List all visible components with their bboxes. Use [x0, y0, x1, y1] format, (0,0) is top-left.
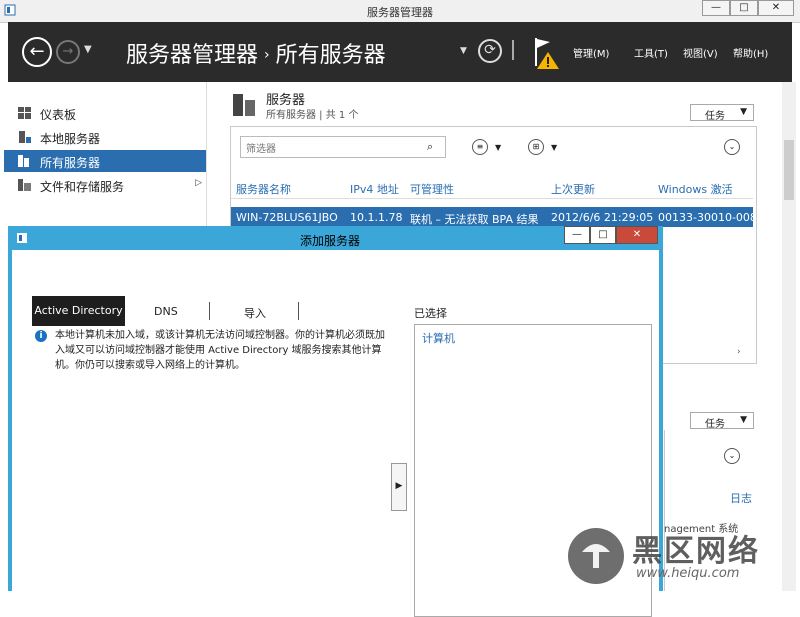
events-tasks-button[interactable]: 任务 ▼ — [690, 412, 754, 430]
sidebar-item-label: 本地服务器 — [40, 132, 101, 146]
dialog-close-button[interactable]: ✕ — [616, 226, 658, 244]
scrollbar-thumb[interactable] — [784, 140, 794, 200]
search-icon[interactable]: ⌕ — [427, 140, 433, 154]
dialog-app-icon — [16, 232, 28, 244]
tab-import[interactable]: 导入 — [244, 305, 266, 321]
storage-icon — [18, 179, 31, 191]
refresh-icon[interactable]: ⟳ — [478, 39, 502, 63]
back-icon[interactable]: ← — [22, 37, 52, 67]
menu-view[interactable]: 视图(V) — [683, 45, 718, 60]
query-options-icon[interactable]: ⊞ — [528, 139, 544, 155]
servers-tile-subtitle: 所有服务器 | 共 1 个 — [266, 110, 359, 121]
sidebar-item-all-servers[interactable]: 所有服务器 — [4, 150, 206, 172]
app-header: ← → ▼ 服务器管理器 › 所有服务器 ▼ ⟳ 管理(M) 工具(T) 视图(V)… — [8, 22, 792, 82]
chevron-down-icon[interactable]: ▼ — [551, 143, 557, 152]
server-icon — [18, 131, 31, 143]
column-header-windows-activation[interactable]: Windows 激活 — [658, 181, 733, 197]
sidebar-item-local-server[interactable]: 本地服务器 — [4, 126, 206, 148]
dialog-minimize-button[interactable]: — — [564, 226, 590, 244]
dashboard-icon — [18, 107, 31, 119]
selected-label: 已选择 — [414, 307, 447, 320]
cell-ipv4: 10.1.1.78 — [350, 211, 403, 224]
cell-windows-activation: 00133-30010-008 — [658, 211, 757, 224]
forward-icon[interactable]: → — [56, 40, 80, 64]
window-title: 服务器管理器 — [367, 6, 433, 19]
selected-column-header[interactable]: 计算机 — [422, 330, 455, 346]
menu-help[interactable]: 帮助(H) — [733, 45, 768, 60]
dialog-title: 添加服务器 — [300, 234, 361, 248]
servers-tile-icon — [232, 92, 258, 118]
sidebar-item-dashboard[interactable]: 仪表板 — [4, 102, 206, 124]
cell-last-update: 2012/6/6 21:29:05 — [551, 211, 654, 224]
cell-manageability: 联机 – 无法获取 BPA 结果 — [410, 213, 539, 226]
sidebar-item-label: 所有服务器 — [40, 156, 101, 170]
header-dropdown-icon[interactable]: ▼ — [460, 46, 467, 56]
watermark: 黑区网络 www.heiqu.com — [566, 522, 800, 591]
header-divider — [512, 40, 514, 60]
list-options-icon[interactable]: ≡ — [472, 139, 488, 155]
info-message: 本地计算机未加入域，或该计算机无法访问域控制器。你的计算机必须既加入域又可以访问… — [55, 330, 385, 371]
servers-icon — [18, 155, 31, 167]
expand-icon[interactable]: ⌄ — [724, 448, 740, 464]
cell-server-name: WIN-72BLUS61JBO — [236, 211, 338, 224]
close-button[interactable]: ✕ — [758, 0, 794, 16]
watermark-brand: 黑区网络 — [632, 534, 760, 569]
notification-flag-icon[interactable] — [530, 36, 560, 70]
log-column-header[interactable]: 日志 — [730, 490, 752, 506]
tab-active-directory[interactable]: Active Directory — [32, 296, 125, 326]
history-dropdown-icon[interactable]: ▼ — [84, 44, 92, 55]
tab-separator — [209, 302, 210, 320]
column-header-server-name[interactable]: 服务器名称 — [236, 181, 291, 197]
add-to-selected-button[interactable]: ▶ — [391, 463, 407, 511]
sidebar-item-label: 文件和存储服务 — [40, 180, 125, 194]
sidebar-item-file-storage[interactable]: 文件和存储服务 ▷ — [4, 174, 206, 196]
header-divider — [231, 198, 753, 199]
column-header-last-update[interactable]: 上次更新 — [551, 181, 595, 197]
sidebar-divider — [206, 82, 207, 232]
menu-tools[interactable]: 工具(T) — [634, 45, 668, 60]
scroll-right-icon[interactable]: › — [737, 347, 741, 357]
window-title-bar: 服务器管理器 — □ ✕ — [0, 0, 800, 23]
watermark-url: www.heiqu.com — [636, 566, 740, 581]
maximize-button[interactable]: □ — [730, 0, 758, 16]
menu-manage[interactable]: 管理(M) — [573, 45, 609, 60]
breadcrumb: 服务器管理器 › 所有服务器 — [126, 37, 386, 69]
column-header-manageability[interactable]: 可管理性 — [410, 181, 454, 197]
add-server-dialog: 添加服务器 — □ ✕ Active Directory DNS 导入 i 本地… — [8, 226, 663, 617]
chevron-down-icon: ▼ — [740, 415, 747, 425]
minimize-button[interactable]: — — [702, 0, 730, 16]
tasks-label: 任务 — [705, 111, 725, 122]
tab-separator — [298, 302, 299, 320]
breadcrumb-current: 所有服务器 — [275, 43, 386, 68]
column-header-ipv4[interactable]: IPv4 地址 — [350, 181, 399, 197]
breadcrumb-root[interactable]: 服务器管理器 — [126, 43, 258, 68]
chevron-down-icon[interactable]: ▼ — [495, 143, 501, 152]
chevron-down-icon: ▼ — [740, 107, 747, 117]
tab-dns[interactable]: DNS — [154, 305, 178, 318]
sidebar-item-label: 仪表板 — [40, 108, 77, 122]
expand-icon[interactable]: ⌄ — [724, 139, 740, 155]
dialog-body: Active Directory DNS 导入 i 本地计算机未加入域，或该计算… — [12, 250, 659, 617]
breadcrumb-separator: › — [264, 47, 270, 63]
expand-chevron-icon[interactable]: ▷ — [195, 178, 202, 188]
filter-placeholder: 筛选器 — [246, 144, 276, 155]
sidebar: 仪表板 本地服务器 所有服务器 文件和存储服务 ▷ — [0, 82, 208, 222]
info-icon: i — [35, 330, 47, 342]
tasks-button[interactable]: 任务 ▼ — [690, 104, 754, 122]
tasks-label: 任务 — [705, 419, 725, 430]
dialog-maximize-button[interactable]: □ — [590, 226, 616, 244]
